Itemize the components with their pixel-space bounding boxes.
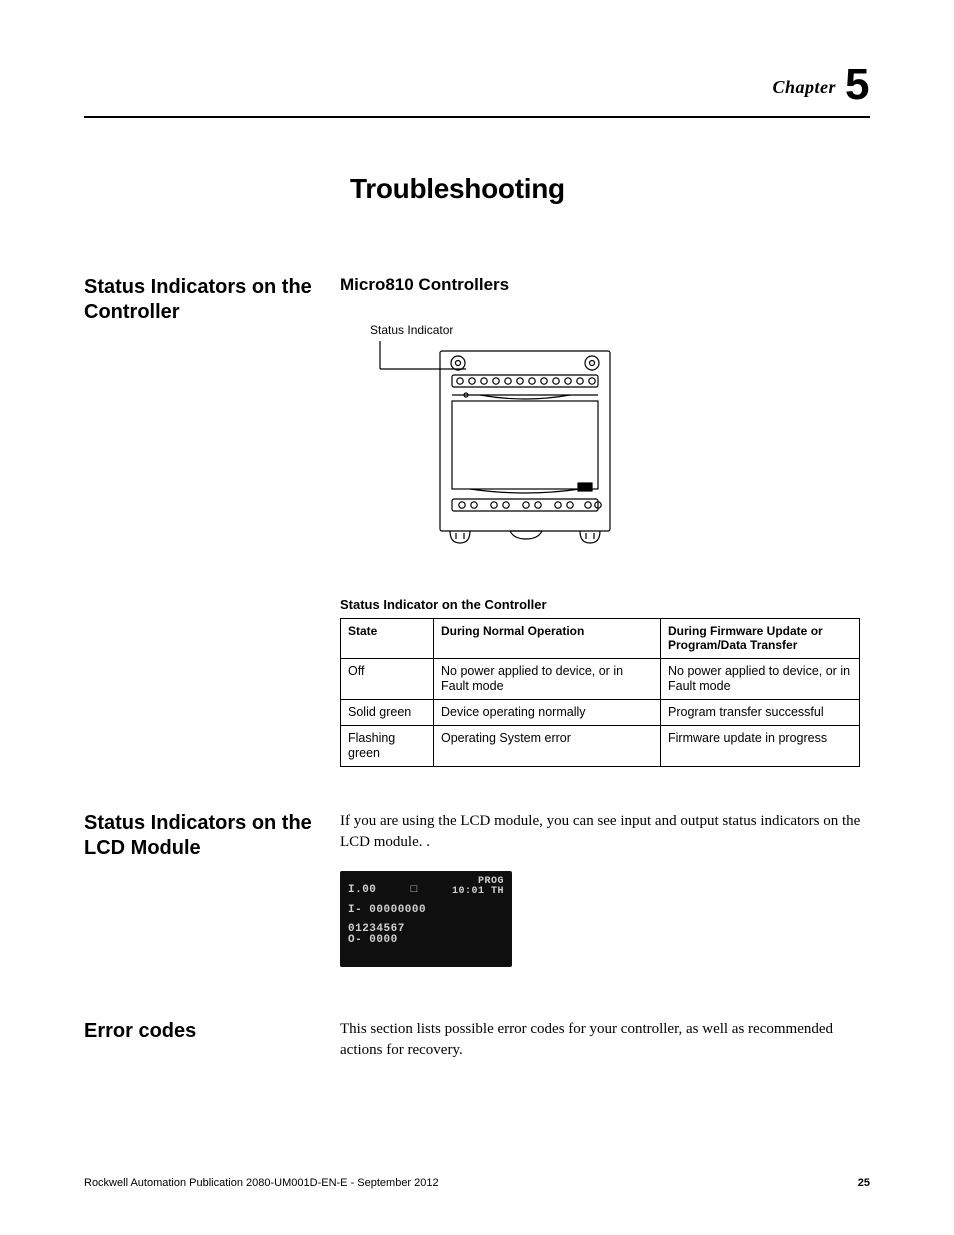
table-row: Solid green Device operating normally Pr… <box>341 699 860 725</box>
section-heading-error-codes: Error codes <box>84 1019 320 1044</box>
cell-fw: No power applied to device, or in Fault … <box>661 658 860 699</box>
subsection-heading-micro810: Micro810 Controllers <box>340 275 870 295</box>
diagram-callout-label: Status Indicator <box>370 323 870 337</box>
lcd-prog-line1: PROG <box>478 876 504 887</box>
chapter-marker: Chapter 5 <box>84 60 870 110</box>
error-codes-paragraph: This section lists possible error codes … <box>340 1019 870 1061</box>
lcd-screenshot: I.00 □ PROG 10:01 TH I- 00000000 0123456… <box>340 871 512 967</box>
chapter-word: Chapter <box>773 77 837 97</box>
cell-normal: No power applied to device, or in Fault … <box>434 658 661 699</box>
header-rule <box>84 116 870 118</box>
cell-fw: Program transfer successful <box>661 699 860 725</box>
cell-state: Off <box>341 658 434 699</box>
lcd-prog-line2: 10:01 TH <box>452 886 504 897</box>
lcd-input-row: I- 00000000 <box>348 904 504 918</box>
table-header-row: State During Normal Operation During Fir… <box>341 619 860 659</box>
page-title: Troubleshooting <box>350 173 870 205</box>
cell-fw: Firmware update in progress <box>661 725 860 766</box>
controller-diagram <box>370 341 620 561</box>
table-row: Flashing green Operating System error Fi… <box>341 725 860 766</box>
cell-state: Flashing green <box>341 725 434 766</box>
cell-normal: Operating System error <box>434 725 661 766</box>
status-indicator-table: State During Normal Operation During Fir… <box>340 618 860 767</box>
lcd-top-left: I.00 <box>348 884 376 898</box>
cell-normal: Device operating normally <box>434 699 661 725</box>
chapter-number: 5 <box>841 60 870 109</box>
publication-id: Rockwell Automation Publication 2080-UM0… <box>84 1177 439 1189</box>
page-footer: Rockwell Automation Publication 2080-UM0… <box>84 1177 870 1189</box>
table-title: Status Indicator on the Controller <box>340 597 870 612</box>
th-state: State <box>341 619 434 659</box>
th-normal: During Normal Operation <box>434 619 661 659</box>
page-number: 25 <box>858 1177 870 1189</box>
th-fw: During Firmware Update or Program/Data T… <box>661 619 860 659</box>
lcd-output-row: O- 0000 <box>348 935 504 947</box>
table-row: Off No power applied to device, or in Fa… <box>341 658 860 699</box>
lcd-module-paragraph: If you are using the LCD module, you can… <box>340 811 870 853</box>
section-heading-lcd-module: Status Indicators on the LCD Module <box>84 811 320 861</box>
cell-state: Solid green <box>341 699 434 725</box>
section-heading-status-controller: Status Indicators on the Controller <box>84 275 320 325</box>
